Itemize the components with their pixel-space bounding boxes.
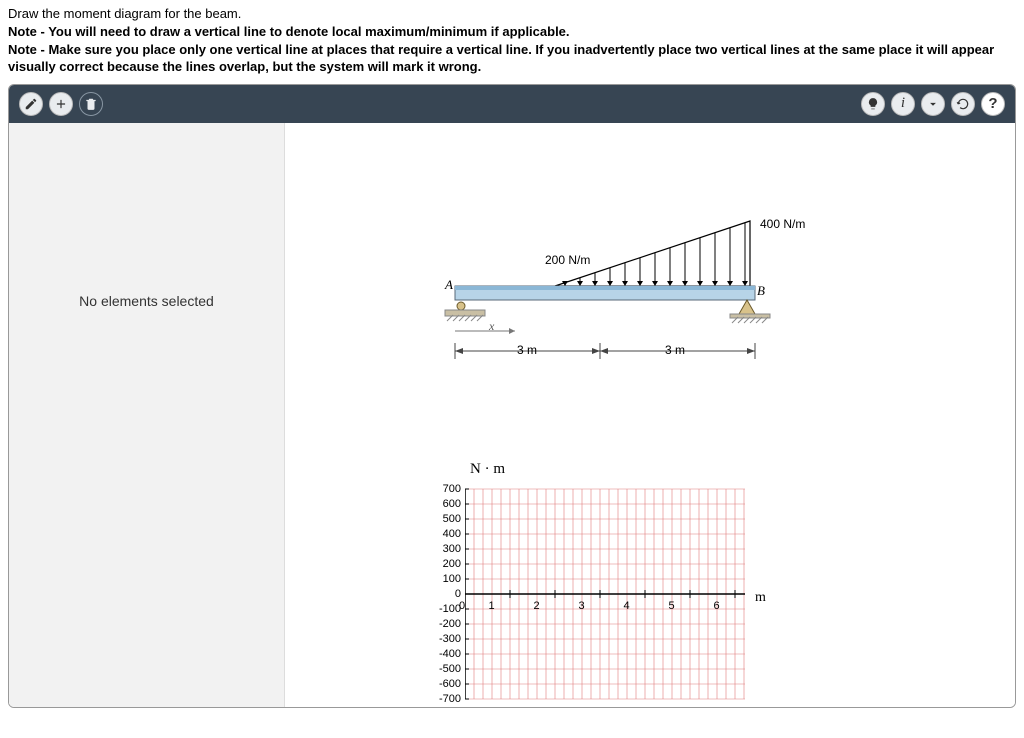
selection-status: No elements selected [79, 293, 214, 309]
toolbar: i ? [9, 85, 1015, 123]
hint-button[interactable] [861, 92, 885, 116]
chart-grid[interactable] [465, 482, 745, 707]
moment-chart[interactable]: N · m 700600 500400 300200 1000 -100-200… [435, 461, 1005, 707]
support-a-label: A [445, 277, 453, 293]
draw-tool-button[interactable] [19, 92, 43, 116]
support-b-label: B [757, 283, 765, 299]
note-line-1: Note - You will need to draw a vertical … [8, 23, 1016, 41]
support-a [445, 302, 485, 321]
beam-svg [435, 211, 875, 381]
beam-figure: 200 N/m 400 N/m A B x 3 m 3 m [435, 211, 875, 381]
y-axis-ticks: 700600 500400 300200 1000 -100-200 -300-… [427, 482, 461, 707]
note-line-2: Note - Make sure you place only one vert… [8, 41, 1016, 76]
info-icon: i [901, 95, 905, 112]
support-b [730, 300, 770, 323]
workspace: No elements selected [9, 123, 1015, 707]
trash-icon [84, 97, 98, 111]
notes-block: Note - You will need to draw a vertical … [0, 23, 1024, 84]
help-button[interactable]: ? [981, 92, 1005, 116]
span2-label: 3 m [665, 343, 685, 357]
bulb-icon [866, 97, 880, 111]
instruction-text: Draw the moment diagram for the beam. [0, 0, 1024, 23]
chevron-down-icon [926, 97, 940, 111]
span1-label: 3 m [517, 343, 537, 357]
undo-arc-icon [956, 97, 970, 111]
info-button[interactable]: i [891, 92, 915, 116]
canvas-area[interactable]: 200 N/m 400 N/m A B x 3 m 3 m N · m 7006… [285, 123, 1015, 707]
x-axis-label: x [489, 319, 494, 334]
load-left-label: 200 N/m [545, 253, 590, 267]
delete-element-button[interactable] [79, 92, 103, 116]
question-icon: ? [988, 95, 997, 112]
plus-icon [54, 97, 68, 111]
drawing-app-frame: i ? No elements selected [8, 84, 1016, 708]
pencil-icon [24, 97, 38, 111]
reset-button[interactable] [951, 92, 975, 116]
chart-x-unit: m [755, 590, 766, 606]
selection-panel: No elements selected [9, 123, 285, 707]
chart-y-unit: N · m [470, 461, 1005, 478]
collapse-button[interactable] [921, 92, 945, 116]
add-element-button[interactable] [49, 92, 73, 116]
x-axis-ticks: 0 1 2 3 4 5 6 [465, 600, 739, 612]
load-right-label: 400 N/m [760, 217, 805, 231]
